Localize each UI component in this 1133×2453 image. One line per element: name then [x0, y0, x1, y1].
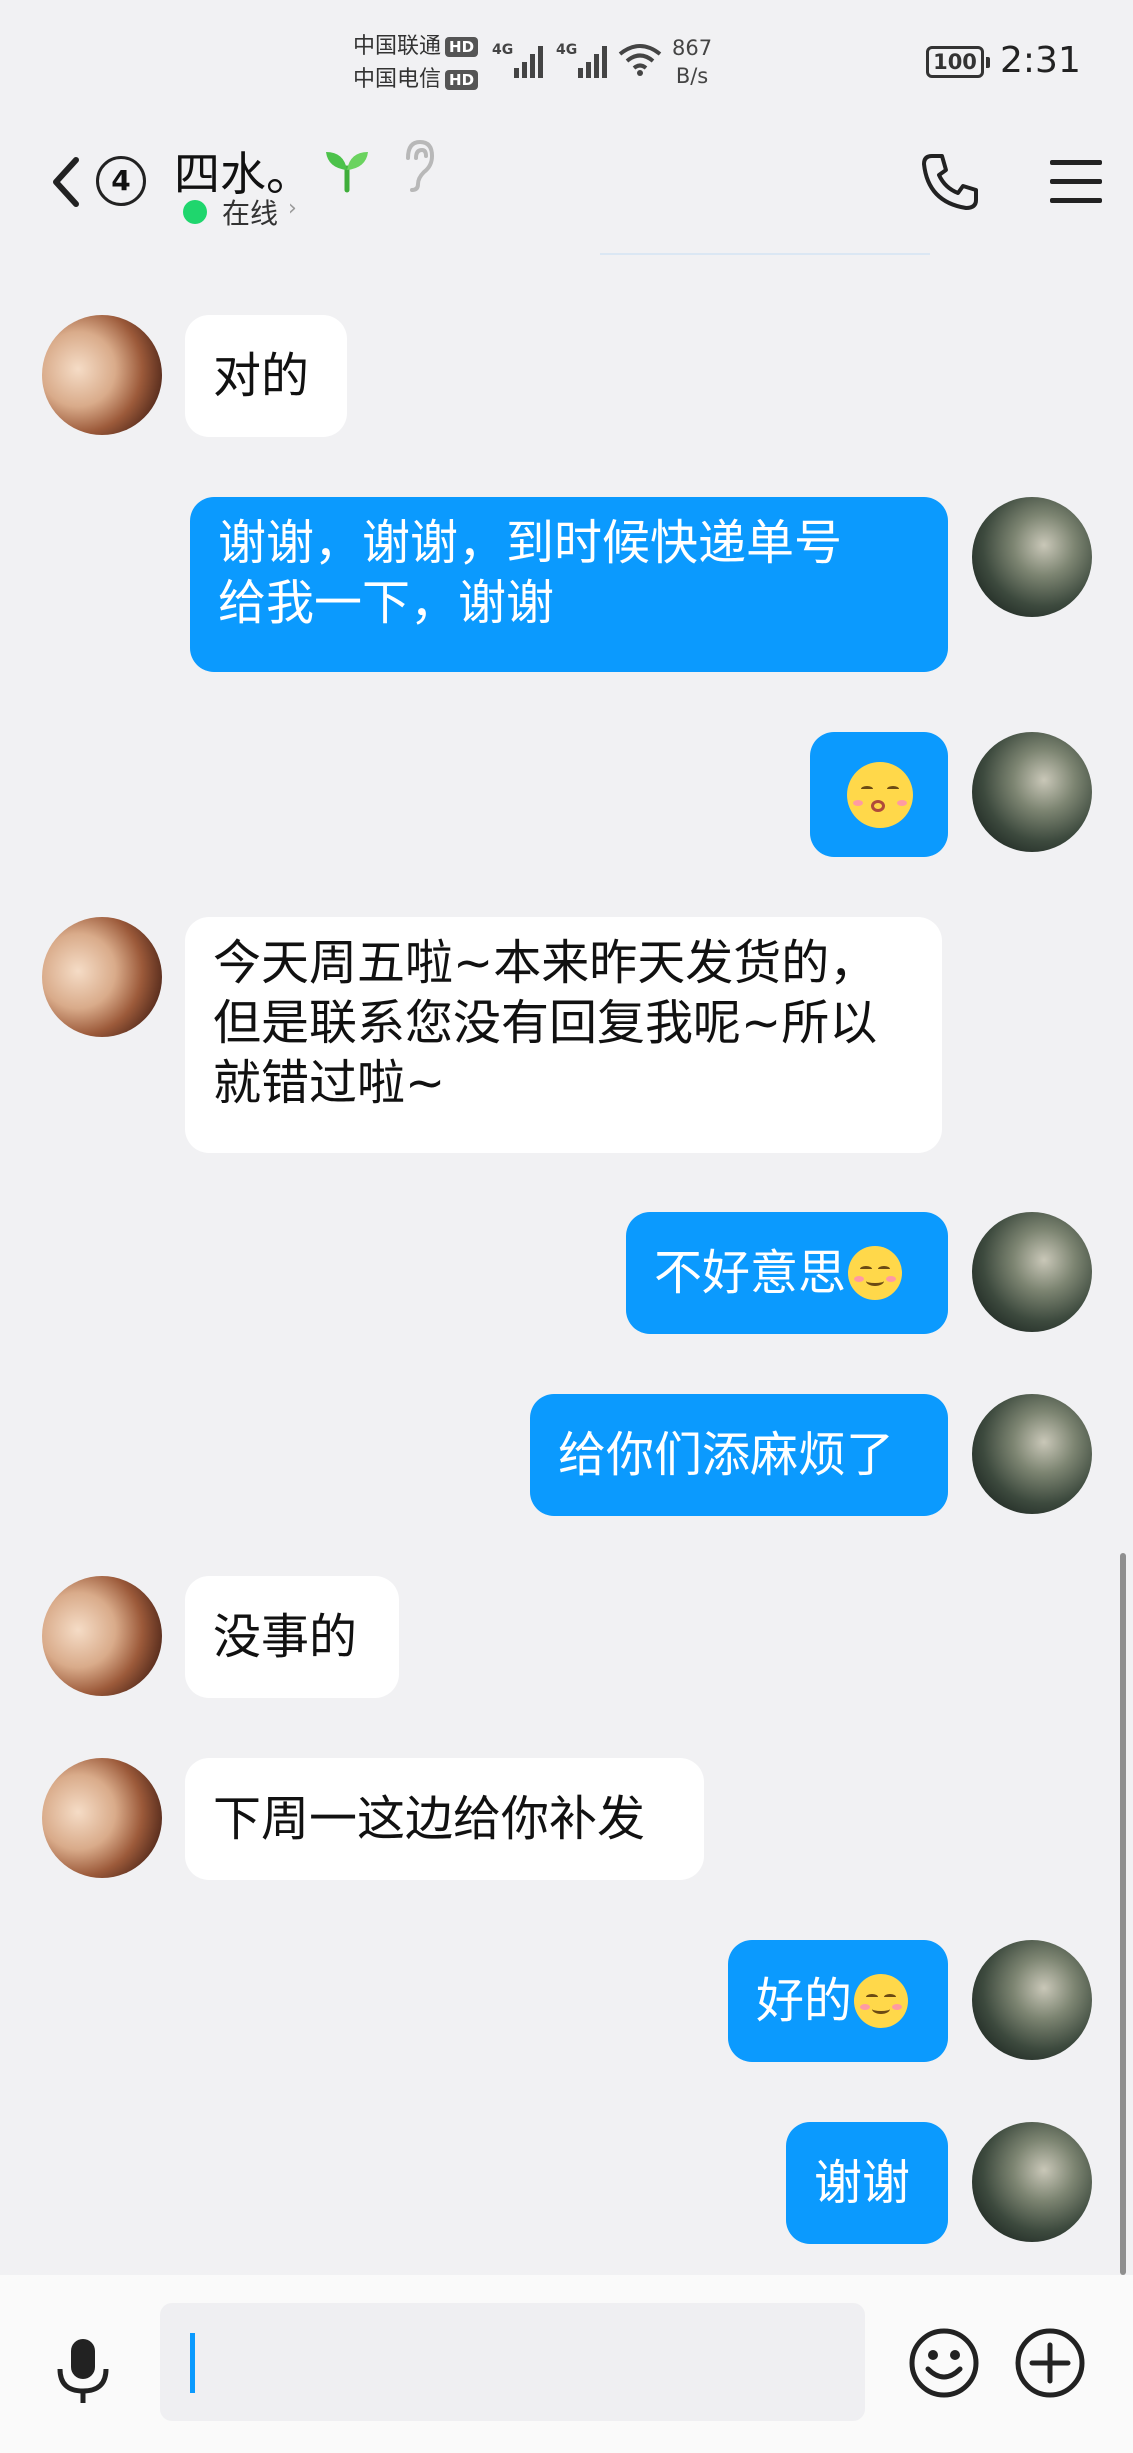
emoji-smile-icon[interactable]	[908, 2327, 980, 2399]
wifi-icon	[618, 44, 662, 76]
net-speed-unit: B/s	[675, 64, 709, 88]
message-bubble-outgoing[interactable]: 谢谢，谢谢，到时候快递单号 给我一下，谢谢	[190, 497, 948, 672]
ear-icon[interactable]	[398, 138, 438, 194]
signal-strength-icon: 4G	[492, 42, 543, 78]
net-speed: 867 B/s	[672, 34, 712, 90]
message-text: 给你们添麻烦了	[558, 1427, 895, 1483]
plus-circle-icon[interactable]	[1014, 2327, 1086, 2399]
my-avatar[interactable]	[972, 1212, 1092, 1332]
svg-text:4G: 4G	[492, 42, 513, 58]
my-avatar[interactable]	[972, 1940, 1092, 2060]
my-avatar[interactable]	[972, 1394, 1092, 1514]
signal-strength-icon: 4G	[556, 42, 607, 78]
hamburger-menu-icon[interactable]	[1048, 154, 1104, 210]
my-avatar[interactable]	[972, 732, 1092, 852]
online-status-dot	[183, 200, 207, 224]
carrier-1-label: 中国联通	[353, 34, 442, 59]
message-text-line: 但是联系您没有回复我呢~所以	[213, 995, 878, 1051]
message-text-line: 给我一下，谢谢	[218, 575, 555, 631]
battery-indicator: 100	[926, 46, 990, 78]
unread-count-badge[interactable]: 4	[96, 156, 146, 206]
message-text-line: 谢谢，谢谢，到时候快递单号	[218, 515, 843, 571]
message-bubble-incoming[interactable]: 没事的	[185, 1576, 399, 1698]
contact-avatar[interactable]	[42, 917, 162, 1037]
blush-smile-emoji	[854, 1974, 909, 2028]
back-chevron-icon[interactable]	[46, 152, 86, 212]
status-chevron-icon: ›	[288, 196, 297, 221]
status-bar: 中国联通 HD 中国电信 HD 4G 4G 867 B/s 100 2:31	[0, 0, 1133, 130]
message-text: 下周一这边给你补发	[213, 1791, 646, 1847]
message-text: 不好意思	[654, 1245, 847, 1301]
message-bubble-incoming[interactable]: 下周一这边给你补发	[185, 1758, 704, 1880]
kissing-face-emoji	[847, 761, 913, 828]
hd-badge: HD	[445, 37, 479, 57]
message-bubble-outgoing[interactable]: 不好意思	[626, 1212, 948, 1334]
divider	[600, 253, 930, 255]
scrollbar[interactable]	[1120, 1553, 1126, 2275]
sprout-icon[interactable]	[322, 144, 372, 194]
text-caret	[190, 2333, 195, 2393]
message-bubble-outgoing[interactable]	[810, 732, 948, 857]
message-text: 谢谢	[814, 2155, 911, 2211]
phone-icon[interactable]	[918, 150, 982, 214]
contact-avatar[interactable]	[42, 315, 162, 435]
message-bubble-incoming[interactable]: 对的	[185, 315, 347, 437]
message-text: 没事的	[213, 1609, 358, 1665]
carrier-2-label: 中国电信	[353, 67, 442, 92]
net-speed-value: 867	[672, 36, 713, 60]
message-bubble-outgoing[interactable]: 谢谢	[786, 2122, 948, 2244]
message-bubble-incoming[interactable]: 今天周五啦~本来昨天发货的， 但是联系您没有回复我呢~所以 就错过啦~	[185, 917, 942, 1153]
clock: 2:31	[1000, 40, 1081, 81]
input-bar	[0, 2275, 1133, 2453]
contact-avatar[interactable]	[42, 1758, 162, 1878]
message-text: 好的	[756, 1973, 853, 2029]
contact-avatar[interactable]	[42, 1576, 162, 1696]
svg-text:4G: 4G	[556, 42, 577, 58]
blush-smile-emoji	[848, 1246, 903, 1300]
message-input[interactable]	[160, 2303, 865, 2421]
chat-header: 4 四水。 在线 ›	[0, 130, 1133, 260]
message-text-line: 就错过啦~	[213, 1055, 446, 1111]
my-avatar[interactable]	[972, 497, 1092, 617]
message-text-line: 今天周五啦~本来昨天发货的，	[213, 935, 878, 991]
message-bubble-outgoing[interactable]: 给你们添麻烦了	[530, 1394, 948, 1516]
message-bubble-outgoing[interactable]: 好的	[728, 1940, 948, 2062]
hd-badge: HD	[445, 70, 479, 90]
microphone-icon[interactable]	[50, 2335, 116, 2407]
message-text: 对的	[213, 348, 310, 404]
my-avatar[interactable]	[972, 2122, 1092, 2242]
carrier-info: 中国联通 HD 中国电信 HD	[353, 30, 479, 96]
online-status-label: 在线	[222, 197, 279, 230]
